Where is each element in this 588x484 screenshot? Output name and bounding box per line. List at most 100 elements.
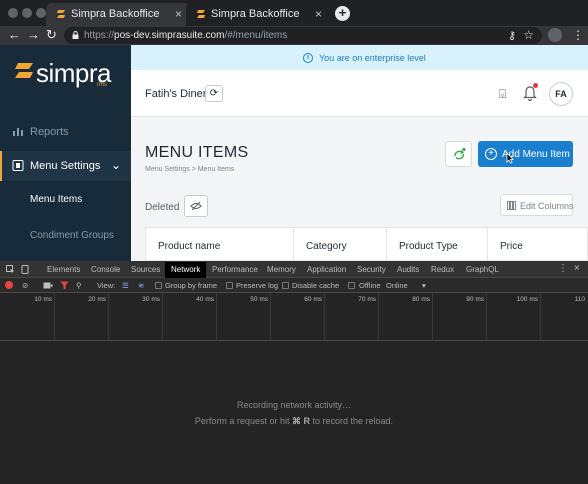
timeline-tick-label: 50 ms [250,296,268,303]
browser-menu-icon[interactable]: ⋮ [572,28,584,42]
throttling-select[interactable]: Online [386,281,408,290]
timeline-gridline [432,293,433,341]
reload-shortcut: ⌘ R [291,416,310,426]
waterfall-icon[interactable]: ≋ [138,281,144,290]
lock-icon [72,31,79,39]
devtools-tab-memory[interactable]: Memory [267,265,296,274]
back-arrow-icon[interactable]: ← [8,28,21,42]
clear-icon[interactable]: ⊘ [22,281,28,290]
menu-book-icon [12,160,24,171]
mouse-cursor-icon [506,152,514,164]
sidebar-subitem-condiment-groups[interactable]: Condiment Groups [30,230,114,241]
devtools-tab-application[interactable]: Application [307,265,346,274]
timeline-gridline [378,293,379,341]
page-title: MENU ITEMS [145,144,249,161]
filter-icon[interactable] [60,281,69,290]
tab-title: Simpra Backoffice [71,8,160,20]
reload-icon[interactable]: ↻ [46,28,57,42]
column-header-category[interactable]: Category [294,228,387,261]
column-header-product-type[interactable]: Product Type [387,228,488,261]
devtools-tab-elements[interactable]: Elements [47,265,80,274]
url-text: https://pos-dev.simprasuite.com/#/menu/i… [84,30,288,41]
edit-columns-button[interactable]: Edit Columns [500,194,574,216]
preserve-log-label: Preserve log [236,281,279,290]
devtools-tab-performance[interactable]: Performance [212,265,258,274]
info-icon: i [303,53,313,63]
page-header: Fatih's Diner ⟳ ⌺ FA [131,70,588,117]
simpra-favicon-icon [197,10,205,18]
breadcrumb: Menu Settings > Menu Items [145,166,235,173]
address-bar[interactable]: https://pos-dev.simprasuite.com/#/menu/i… [64,27,542,44]
simpra-favicon-icon [57,10,65,18]
timeline-tick-label: 110 [574,296,585,303]
column-header-product-name[interactable]: Product name [146,228,294,261]
devtools-tab-audits[interactable]: Audits [397,265,419,274]
timeline-gridline [270,293,271,341]
add-menu-item-button[interactable]: + Add Menu Item [478,141,573,167]
menu-items-table: Product name Category Product Type Price [145,227,588,261]
close-window-button[interactable] [8,8,18,18]
devtools-tab-network[interactable]: Network [165,262,207,278]
browser-tab[interactable]: Simpra Backoffice × [186,3,330,26]
new-tab-button[interactable]: + [335,6,350,21]
screenshot-camera-icon[interactable] [43,282,53,289]
plus-circle-icon: + [485,148,497,160]
bookmark-star-icon[interactable]: ☆ [523,28,534,42]
search-icon[interactable]: ⚲ [76,281,82,290]
deleted-filter-label: Deleted [145,202,180,213]
key-icon[interactable]: ⚷ [508,29,516,42]
preserve-log-checkbox[interactable] [226,282,233,289]
chevron-down-icon: ▾ [422,281,426,290]
simpra-logo-mark-icon [15,63,33,78]
timeline-gridline [108,293,109,341]
column-header-price[interactable]: Price [488,228,588,261]
timeline-gridline [486,293,487,341]
bar-chart-icon [13,128,23,136]
devtools-close-icon[interactable]: × [574,263,580,274]
group-by-frame-checkbox[interactable] [155,282,162,289]
close-tab-icon[interactable]: × [175,7,182,21]
devtools-panel: Elements Console Sources Network Perform… [0,261,588,484]
timeline-tick-label: 20 ms [88,296,106,303]
group-by-frame-label: Group by frame [165,281,218,290]
maximize-window-button[interactable] [36,8,46,18]
main-content: MENU ITEMS Menu Settings > Menu Items + … [131,118,588,261]
device-toolbar-icon[interactable] [21,265,29,274]
devtools-tab-bar: Elements Console Sources Network Perform… [0,261,588,278]
browser-toolbar: ← → ↻ https://pos-dev.simprasuite.com/#/… [0,26,588,45]
timeline-tick-label: 60 ms [304,296,322,303]
avatar[interactable]: FA [549,82,573,106]
timeline-tick-label: 90 ms [466,296,484,303]
sidebar-item-menu-settings[interactable]: Menu Settings ⌄ [0,151,131,181]
browser-tab-active[interactable]: Simpra Backoffice × [46,3,190,26]
network-overview-timeline[interactable]: 10 ms 20 ms 30 ms 40 ms 50 ms 60 ms 70 m… [0,293,588,341]
devtools-tab-sources[interactable]: Sources [131,265,160,274]
timeline-tick-label: 80 ms [412,296,430,303]
devtools-tab-graphql[interactable]: GraphQL [466,265,499,274]
enterprise-banner: i You are on enterprise level [131,45,588,70]
sidebar-subitem-menu-items[interactable]: Menu Items [30,194,82,205]
timeline-gridline [216,293,217,341]
inspect-element-icon[interactable] [6,265,15,274]
sidebar-item-reports[interactable]: Reports [0,117,131,147]
sync-menu-button[interactable] [445,141,472,167]
disable-cache-checkbox[interactable] [282,282,289,289]
edit-columns-label: Edit Columns [520,201,574,211]
timeline-gridline [162,293,163,341]
devtools-menu-icon[interactable]: ⋮ [558,263,568,274]
devtools-tab-redux[interactable]: Redux [431,265,454,274]
devtools-tab-console[interactable]: Console [91,265,120,274]
timeline-tick-label: 30 ms [142,296,160,303]
deleted-toggle-button[interactable] [184,195,208,217]
minimize-window-button[interactable] [22,8,32,18]
switch-restaurant-button[interactable]: ⟳ [205,85,223,102]
profile-avatar[interactable] [548,28,562,42]
forward-arrow-icon[interactable]: → [27,28,40,42]
devtools-tab-security[interactable]: Security [357,265,386,274]
timeline-tick-label: 100 ms [516,296,538,303]
gift-icon[interactable]: ⌺ [499,87,506,102]
large-rows-icon[interactable]: ☰ [122,281,129,290]
record-button[interactable] [5,281,13,289]
close-tab-icon[interactable]: × [315,7,322,21]
offline-checkbox[interactable] [348,282,355,289]
